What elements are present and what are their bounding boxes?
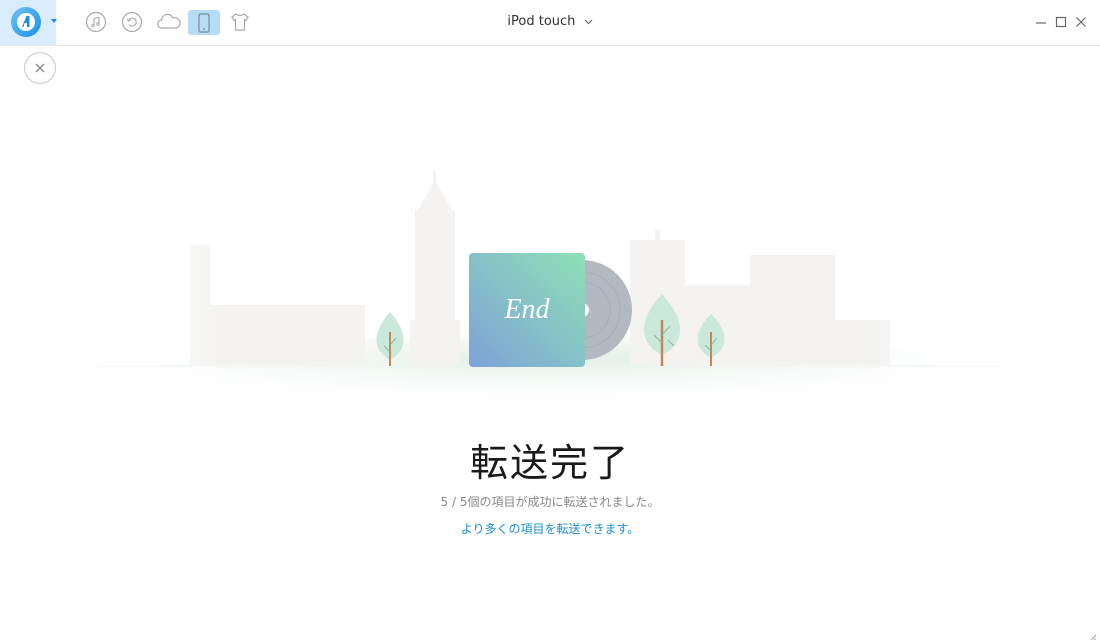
chevron-down-icon <box>584 14 593 29</box>
completion-summary: 5 / 5個の項目が成功に転送されました。 <box>440 495 660 509</box>
device-name: iPod touch <box>507 14 576 29</box>
completion-title: 転送完了 <box>469 441 630 485</box>
device-selector[interactable]: iPod touch <box>0 14 1100 29</box>
minimize-icon[interactable] <box>1034 14 1048 28</box>
close-button[interactable] <box>24 52 56 84</box>
close-window-icon[interactable] <box>1074 14 1088 28</box>
maximize-icon[interactable] <box>1054 14 1068 28</box>
transfer-complete-illustration: End <box>100 160 1000 420</box>
transfer-more-link[interactable]: より多くの項目を転送できます。 <box>0 520 1100 537</box>
album-text: End <box>503 294 550 325</box>
resize-grip-icon[interactable] <box>1087 627 1097 640</box>
title-bar: iPod touch <box>0 0 1100 46</box>
app-window: iPod touch End 転送完了 5 / 5個の項目が成功に転送されました… <box>0 0 1100 640</box>
close-icon <box>35 63 45 73</box>
